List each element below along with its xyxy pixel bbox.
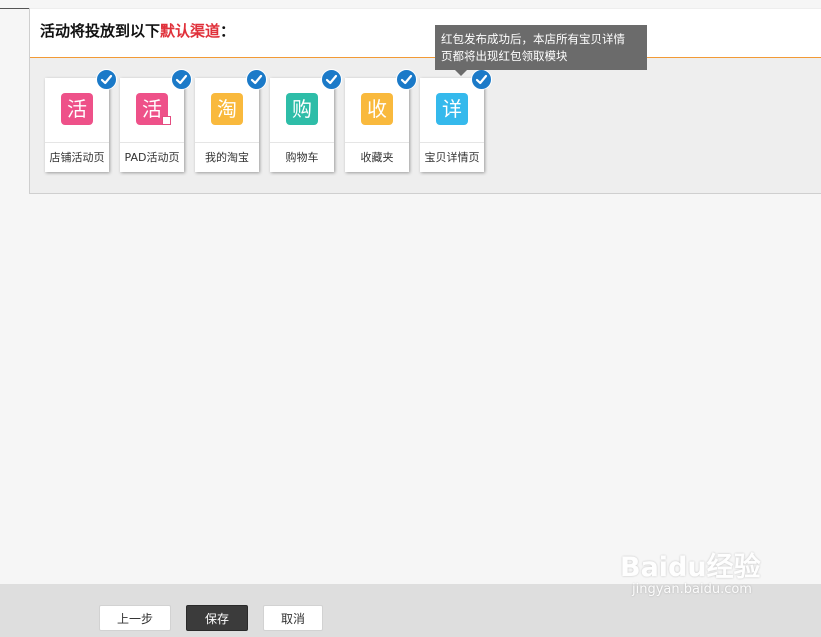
item-detail-tooltip: 红包发布成功后，本店所有宝贝详情 页都将出现红包领取模块 bbox=[435, 25, 647, 76]
save-button[interactable]: 保存 bbox=[186, 605, 248, 631]
watermark-sub: jingyan.baidu.com bbox=[632, 582, 752, 597]
title-suffix: ： bbox=[220, 22, 236, 40]
tooltip-line-1: 红包发布成功后，本店所有宝贝详情 bbox=[441, 32, 625, 46]
channel-label: 购物车 bbox=[285, 151, 319, 164]
title-highlight: 默认渠道 bbox=[160, 22, 221, 40]
cart-icon: 购 bbox=[286, 93, 318, 125]
title-prefix: 活动将投放到以下 bbox=[40, 22, 161, 40]
channel-card-item-detail[interactable]: 详 宝贝详情页 bbox=[420, 69, 492, 172]
pad-activity-glyph: 活 bbox=[142, 97, 162, 121]
card-divider bbox=[120, 142, 184, 143]
prev-step-button[interactable]: 上一步 bbox=[99, 605, 171, 631]
cancel-button[interactable]: 取消 bbox=[263, 605, 323, 631]
check-icon[interactable] bbox=[321, 69, 342, 90]
check-icon[interactable] bbox=[396, 69, 417, 90]
watermark-main: Baidu经验 bbox=[620, 552, 761, 583]
channel-card-pad-activity[interactable]: 活 PAD活动页 bbox=[120, 69, 192, 172]
shop-activity-icon: 活 bbox=[61, 93, 93, 125]
channel-label: 我的淘宝 bbox=[205, 151, 249, 164]
tooltip-line-2: 页都将出现红包领取模块 bbox=[441, 49, 568, 63]
channel-label: 收藏夹 bbox=[360, 151, 394, 164]
tablet-badge-icon bbox=[162, 116, 171, 125]
pad-activity-icon: 活 bbox=[136, 93, 171, 125]
channel-label: 店铺活动页 bbox=[49, 151, 105, 164]
item-detail-icon: 详 bbox=[436, 93, 468, 125]
channel-panel: 活动将投放到以下默认渠道： 活 店铺活动页 活 PAD活动页 淘 我的淘宝 购 … bbox=[29, 8, 821, 194]
check-icon[interactable] bbox=[171, 69, 192, 90]
card-divider bbox=[195, 142, 259, 143]
card-divider bbox=[420, 142, 484, 143]
channel-card-shop-activity[interactable]: 活 店铺活动页 bbox=[45, 69, 117, 172]
page-title: 活动将投放到以下默认渠道： bbox=[40, 20, 235, 41]
channel-label: 宝贝详情页 bbox=[424, 151, 480, 164]
channel-card-cart[interactable]: 购 购物车 bbox=[270, 69, 342, 172]
channel-card-my-taobao[interactable]: 淘 我的淘宝 bbox=[195, 69, 267, 172]
card-divider bbox=[45, 142, 109, 143]
favorites-icon: 收 bbox=[361, 93, 393, 125]
channel-label: PAD活动页 bbox=[124, 151, 180, 164]
card-divider bbox=[345, 142, 409, 143]
baidu-jingyan-watermark: Baidu经验 jingyan.baidu.com bbox=[620, 545, 761, 597]
check-icon[interactable] bbox=[471, 69, 492, 90]
channel-card-favorites[interactable]: 收 收藏夹 bbox=[345, 69, 417, 172]
panel-header: 活动将投放到以下默认渠道： bbox=[30, 9, 821, 58]
check-icon[interactable] bbox=[96, 69, 117, 90]
card-divider bbox=[270, 142, 334, 143]
check-icon[interactable] bbox=[246, 69, 267, 90]
my-taobao-icon: 淘 bbox=[211, 93, 243, 125]
